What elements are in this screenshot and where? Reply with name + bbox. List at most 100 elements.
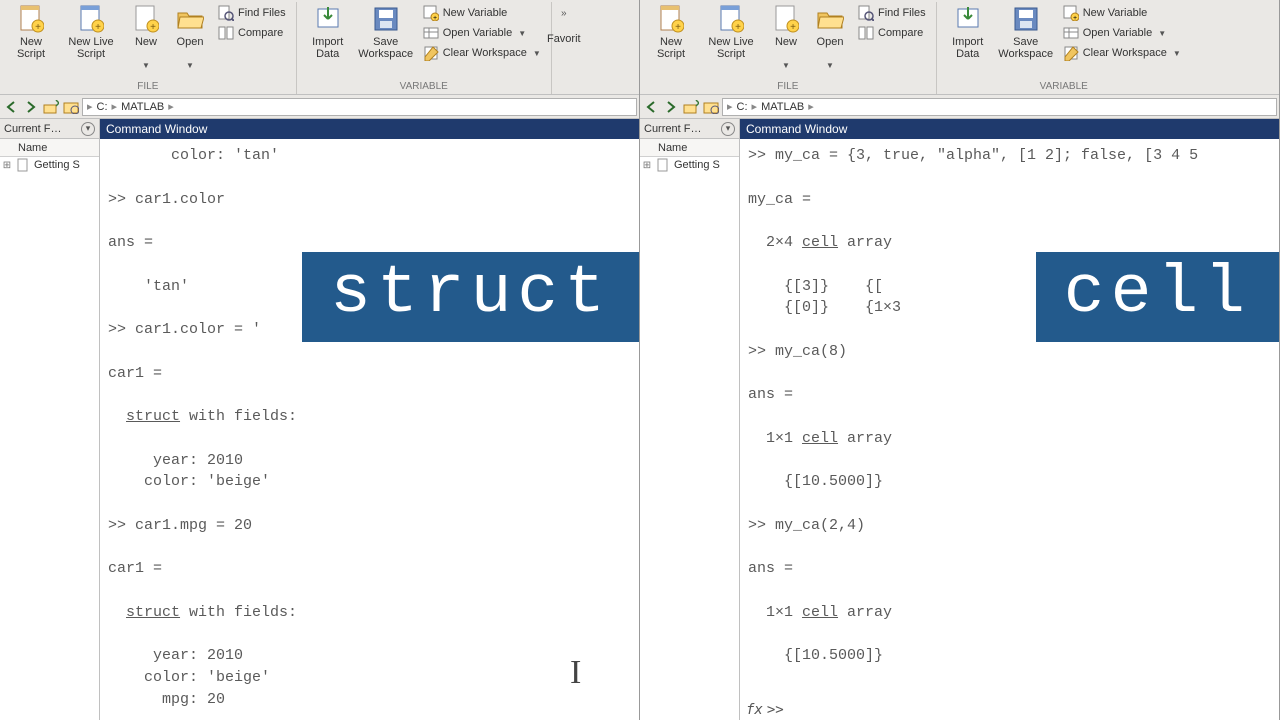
import-data-button[interactable]: Import Data: [941, 2, 995, 62]
new-variable-button[interactable]: + New Variable: [1059, 4, 1185, 22]
new-live-script-label: New Live Script: [700, 36, 762, 62]
find-files-label: Find Files: [878, 7, 926, 19]
text-caret-icon: I: [570, 654, 581, 692]
cf-item[interactable]: ⊞ Getting S: [0, 157, 99, 173]
address-bar: ▸ C: ▸ MATLAB ▸: [0, 95, 639, 119]
open-variable-button[interactable]: Open Variable ▼: [1059, 24, 1185, 42]
new-live-script-icon: +: [716, 4, 746, 34]
find-files-label: Find Files: [238, 7, 286, 19]
save-workspace-button[interactable]: Save Workspace: [995, 2, 1057, 62]
new-live-script-label: New Live Script: [60, 36, 122, 62]
open-icon: [175, 4, 205, 34]
nav-up-icon[interactable]: [42, 98, 60, 116]
breadcrumb-folder[interactable]: MATLAB: [761, 101, 804, 113]
breadcrumb-drive[interactable]: C:: [97, 101, 108, 113]
breadcrumb-folder[interactable]: MATLAB: [121, 101, 164, 113]
open-icon: [815, 4, 845, 34]
chevron-down-icon: ▼: [518, 29, 526, 38]
chevron-down-icon: ▼: [1158, 29, 1166, 38]
group-variable: Import Data Save Workspace + New Variabl…: [937, 2, 1191, 94]
current-folder-title: Current F…: [4, 123, 61, 135]
clear-workspace-button[interactable]: Clear Workspace ▼: [419, 44, 545, 62]
open-variable-button[interactable]: Open Variable ▼: [419, 24, 545, 42]
breadcrumb-sep-icon: ▸: [168, 100, 174, 113]
undock-button[interactable]: ▾: [721, 122, 735, 136]
expand-icon[interactable]: ⊞: [2, 160, 12, 171]
new-live-script-icon: +: [76, 4, 106, 34]
command-window-body[interactable]: color: 'tan' >> car1.color ans = 'tan' >…: [100, 139, 639, 720]
nav-forward-button[interactable]: [22, 98, 40, 116]
nav-browse-icon[interactable]: [702, 98, 720, 116]
clear-workspace-button[interactable]: Clear Workspace ▼: [1059, 44, 1185, 62]
current-folder-panel: Current F… ▾ Name ⊞ Getting S: [0, 119, 100, 720]
svg-text:+: +: [150, 22, 156, 33]
save-workspace-label: Save Workspace: [357, 36, 415, 62]
new-live-script-button[interactable]: + New Live Script: [58, 2, 124, 62]
undock-button[interactable]: ▾: [81, 122, 95, 136]
compare-label: Compare: [878, 27, 923, 39]
new-script-icon: +: [16, 4, 46, 34]
group-file-label: FILE: [644, 80, 932, 94]
body-row: Current F… ▾ Name ⊞ Getting S Command Wi…: [0, 119, 639, 720]
breadcrumb-drive[interactable]: C:: [737, 101, 748, 113]
address-field[interactable]: ▸ C: ▸ MATLAB ▸: [722, 98, 1277, 116]
new-script-icon: +: [656, 4, 686, 34]
command-window: Command Window >> my_ca = {3, true, "alp…: [740, 119, 1279, 720]
cf-item[interactable]: ⊞ Getting S: [640, 157, 739, 173]
clear-workspace-icon: [423, 45, 439, 61]
new-variable-label: New Variable: [1083, 7, 1148, 19]
import-data-icon: [953, 4, 983, 34]
left-pane: + New Script + New Live Script + New ▼: [0, 0, 640, 720]
address-field[interactable]: ▸ C: ▸ MATLAB ▸: [82, 98, 637, 116]
cf-col-name: Name: [18, 142, 47, 154]
breadcrumb-sep-icon: ▸: [808, 100, 814, 113]
find-files-icon: [858, 5, 874, 21]
nav-back-button[interactable]: [2, 98, 20, 116]
import-data-label: Import Data: [943, 36, 993, 62]
chevron-down-icon: ▼: [782, 62, 790, 71]
new-button[interactable]: + New ▼: [124, 2, 168, 71]
new-script-button[interactable]: + New Script: [644, 2, 698, 62]
find-files-button[interactable]: Find Files: [214, 4, 290, 22]
svg-text:+: +: [95, 22, 101, 33]
new-button[interactable]: + New ▼: [764, 2, 808, 71]
fx-icon[interactable]: fx: [746, 702, 763, 718]
save-workspace-button[interactable]: Save Workspace: [355, 2, 417, 62]
cf-col-name: Name: [658, 142, 687, 154]
save-workspace-icon: [1011, 4, 1041, 34]
address-bar: ▸ C: ▸ MATLAB ▸: [640, 95, 1279, 119]
compare-button[interactable]: Compare: [854, 24, 930, 42]
save-workspace-label: Save Workspace: [997, 36, 1055, 62]
new-variable-label: New Variable: [443, 7, 508, 19]
chevron-down-icon: ▼: [1173, 49, 1181, 58]
cf-column-header[interactable]: Name: [640, 139, 739, 157]
new-script-button[interactable]: + New Script: [4, 2, 58, 62]
command-window: Command Window color: 'tan' >> car1.colo…: [100, 119, 639, 720]
new-live-script-button[interactable]: + New Live Script: [698, 2, 764, 62]
nav-browse-icon[interactable]: [62, 98, 80, 116]
command-window-body[interactable]: >> my_ca = {3, true, "alpha", [1 2]; fal…: [740, 139, 1279, 720]
new-variable-button[interactable]: + New Variable: [419, 4, 545, 22]
find-files-button[interactable]: Find Files: [854, 4, 930, 22]
compare-button[interactable]: Compare: [214, 24, 290, 42]
nav-back-button[interactable]: [642, 98, 660, 116]
cf-column-header[interactable]: Name: [0, 139, 99, 157]
open-variable-label: Open Variable: [443, 27, 513, 39]
cf-item-label: Getting S: [674, 159, 720, 171]
new-label: New: [775, 36, 797, 48]
nav-forward-button[interactable]: [662, 98, 680, 116]
more-icon: »: [561, 8, 567, 19]
new-script-label: New Script: [6, 36, 56, 62]
import-data-button[interactable]: Import Data: [301, 2, 355, 62]
open-button[interactable]: Open ▼: [168, 2, 212, 71]
find-files-icon: [218, 5, 234, 21]
prompt-row[interactable]: fx >>: [740, 700, 1279, 720]
nav-up-icon[interactable]: [682, 98, 700, 116]
open-variable-icon: [1063, 25, 1079, 41]
open-button[interactable]: Open ▼: [808, 2, 852, 71]
breadcrumb-sep-icon: ▸: [752, 100, 758, 113]
import-data-label: Import Data: [303, 36, 353, 62]
expand-icon[interactable]: ⊞: [642, 160, 652, 171]
toolstrip-more-button[interactable]: » Favorit: [552, 2, 576, 94]
clear-workspace-icon: [1063, 45, 1079, 61]
